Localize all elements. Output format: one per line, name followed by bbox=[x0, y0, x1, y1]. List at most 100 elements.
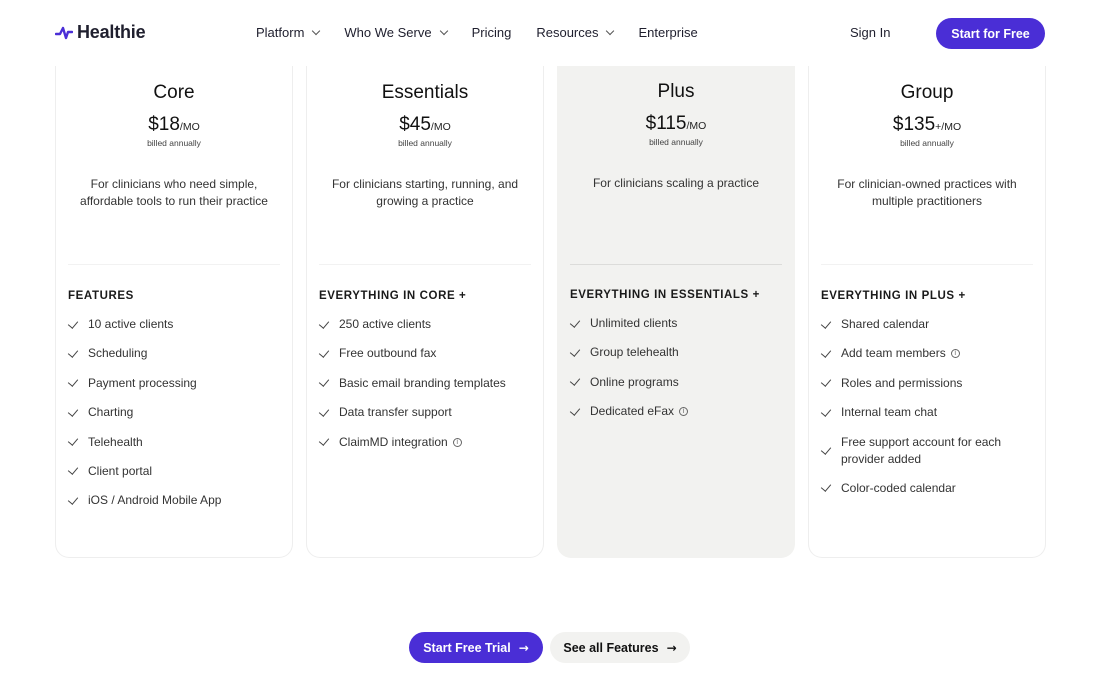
price-amount: $135 bbox=[892, 114, 936, 135]
check-icon bbox=[569, 346, 581, 357]
feature-label: Payment processing bbox=[88, 375, 197, 390]
check-icon bbox=[569, 375, 581, 387]
check-icon bbox=[67, 405, 79, 417]
billing-note: billed annually bbox=[398, 138, 452, 148]
start-for-free-button[interactable]: Start for Free bbox=[936, 18, 1045, 49]
check-icon bbox=[820, 481, 832, 493]
check-icon bbox=[820, 317, 832, 329]
info-icon[interactable]: i bbox=[452, 437, 462, 447]
nav-item-enterprise[interactable]: Enterprise bbox=[638, 25, 697, 40]
chevron-down-icon bbox=[606, 26, 615, 35]
check-icon bbox=[67, 317, 79, 329]
nav-item-label: Platform bbox=[256, 25, 305, 40]
nav-item-who-we-serve[interactable]: Who We Serve bbox=[344, 25, 448, 40]
feature-item: Telehealth bbox=[67, 434, 278, 451]
start-free-trial-button[interactable]: Start Free Trial → bbox=[409, 632, 543, 663]
billing-note: billed annually bbox=[649, 137, 703, 147]
feature-list: Shared calendar Add team members i Roles an… bbox=[820, 316, 1031, 509]
price-amount: $18 bbox=[148, 114, 180, 135]
price-amount: $45 bbox=[399, 114, 431, 135]
plan-price: $135+/MO bbox=[809, 114, 1045, 136]
price-period: +/MO bbox=[935, 121, 962, 133]
feature-item: Group telehealth bbox=[569, 344, 780, 361]
feature-item: 250 active clients bbox=[318, 316, 529, 333]
divider bbox=[319, 264, 531, 265]
feature-label: ClaimMD integration bbox=[339, 434, 448, 449]
nav-item-pricing[interactable]: Pricing bbox=[472, 25, 512, 40]
feature-item: Payment processing bbox=[67, 375, 278, 392]
feature-item: 10 active clients bbox=[67, 316, 278, 333]
plan-name: Group bbox=[900, 82, 954, 103]
feature-item: ClaimMD integration i bbox=[318, 434, 529, 451]
plan-description: For clinicians who need simple, affordab… bbox=[80, 177, 268, 208]
feature-item: Scheduling bbox=[67, 345, 278, 362]
nav-item-label: Pricing bbox=[471, 25, 512, 40]
feature-item: Free support account for each provider a… bbox=[820, 434, 1031, 468]
plan-price: $115/MO bbox=[558, 113, 794, 135]
check-icon bbox=[820, 405, 832, 417]
start-free-trial-label: Start Free Trial bbox=[423, 640, 511, 655]
feature-label: Charting bbox=[88, 405, 134, 420]
features-heading: FEATURES bbox=[68, 290, 134, 302]
feature-label: Client portal bbox=[88, 463, 153, 478]
logo[interactable]: Healthie bbox=[55, 22, 146, 43]
see-all-features-button[interactable]: See all Features → bbox=[550, 632, 690, 663]
billing-note: billed annually bbox=[900, 138, 954, 148]
check-icon bbox=[67, 435, 79, 446]
price-amount: $115 bbox=[645, 113, 687, 134]
plan-card-essentials: Essentials $45/MO billed annually For clini… bbox=[306, 66, 544, 558]
logo-text: Healthie bbox=[77, 22, 146, 42]
plan-description: For clinician-owned practices with multi… bbox=[837, 177, 1017, 208]
nav-item-platform[interactable]: Platform bbox=[256, 25, 321, 40]
feature-label: 10 active clients bbox=[88, 317, 174, 331]
plan-price: $45/MO bbox=[307, 114, 543, 136]
plan-card-plus: Plus $115/MO billed annually For clinicians… bbox=[557, 66, 795, 558]
plan-description: For clinicians scaling a practice bbox=[592, 176, 760, 190]
check-icon bbox=[820, 347, 832, 358]
features-heading: EVERYTHING IN CORE + bbox=[319, 290, 467, 302]
info-icon[interactable]: i bbox=[679, 407, 689, 417]
plan-card-core: Core $18/MO billed annually For clinicians … bbox=[55, 66, 293, 558]
feature-label: Scheduling bbox=[88, 346, 148, 361]
check-icon bbox=[318, 435, 330, 446]
plan-name: Plus bbox=[657, 81, 695, 102]
top-nav: Healthie Platform Who We Serve Pricing R… bbox=[0, 0, 1100, 66]
divider bbox=[821, 264, 1033, 265]
feature-item: Roles and permissions bbox=[820, 375, 1031, 392]
see-all-features-label: See all Features bbox=[563, 640, 659, 655]
nav-links: Platform Who We Serve Pricing Resources … bbox=[256, 25, 723, 40]
feature-label: Color-coded calendar bbox=[841, 480, 956, 495]
divider bbox=[68, 264, 280, 265]
feature-label: 250 active clients bbox=[339, 317, 432, 331]
feature-label: Online programs bbox=[590, 374, 679, 389]
feature-label: Basic email branding templates bbox=[339, 375, 506, 390]
feature-item: Unlimited clients bbox=[569, 315, 780, 332]
chevron-down-icon bbox=[312, 26, 321, 35]
price-period: /MO bbox=[430, 121, 451, 133]
sign-in-link[interactable]: Sign In bbox=[850, 25, 890, 40]
healthie-logo-icon bbox=[55, 26, 73, 39]
feature-list: 250 active clients Free outbound fax Basic… bbox=[318, 316, 529, 463]
feature-item: Charting bbox=[67, 404, 278, 421]
price-period: /MO bbox=[686, 120, 707, 132]
feature-label: Shared calendar bbox=[841, 317, 930, 331]
check-icon bbox=[318, 376, 330, 388]
feature-list: 10 active clients Scheduling Payment proce… bbox=[67, 316, 278, 522]
feature-item: Add team members i bbox=[820, 345, 1031, 362]
feature-label: Group telehealth bbox=[590, 345, 679, 360]
divider bbox=[570, 264, 782, 265]
feature-item: Free outbound fax bbox=[318, 345, 529, 362]
plan-name: Essentials bbox=[381, 82, 469, 103]
price-period: /MO bbox=[179, 121, 200, 133]
check-icon bbox=[569, 316, 581, 328]
check-icon bbox=[820, 376, 832, 388]
feature-item: Online programs bbox=[569, 374, 780, 391]
feature-label: Free outbound fax bbox=[339, 346, 437, 361]
nav-item-label: Enterprise bbox=[638, 25, 698, 40]
arrow-right-icon: → bbox=[666, 640, 677, 655]
feature-item: Dedicated eFax i bbox=[569, 403, 780, 420]
check-icon bbox=[318, 405, 330, 417]
info-icon[interactable]: i bbox=[950, 349, 960, 359]
nav-item-resources[interactable]: Resources bbox=[536, 25, 615, 40]
feature-label: Dedicated eFax bbox=[590, 404, 675, 419]
